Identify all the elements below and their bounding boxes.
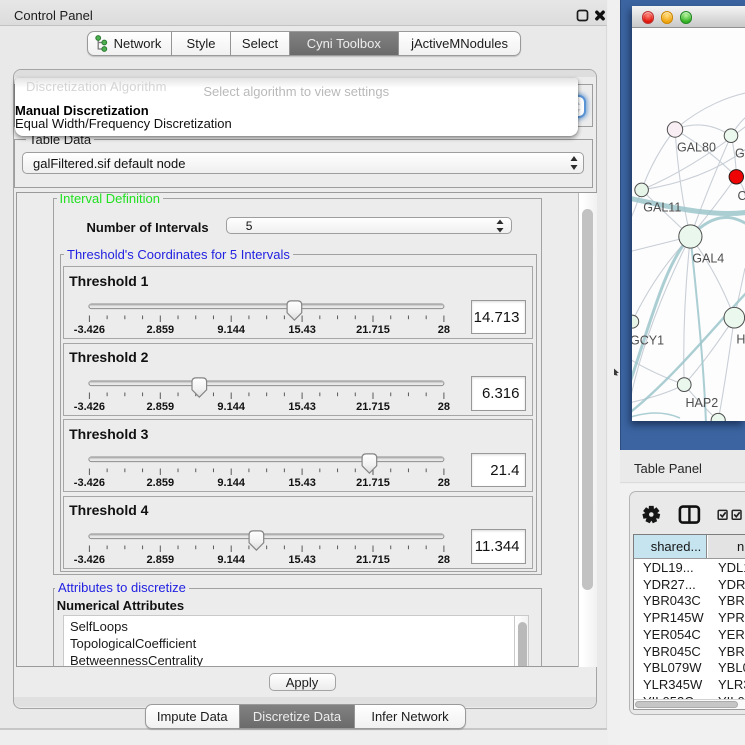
svg-text:28: 28 [438, 324, 450, 336]
svg-text:9.144: 9.144 [218, 324, 246, 336]
svg-text:-3.426: -3.426 [74, 401, 105, 413]
svg-text:2.859: 2.859 [147, 554, 175, 566]
svg-text:C: C [738, 189, 745, 203]
svg-text:2.859: 2.859 [147, 477, 175, 489]
svg-text:9.144: 9.144 [218, 554, 246, 566]
svg-text:-3.426: -3.426 [74, 554, 105, 566]
svg-text:15.43: 15.43 [288, 401, 316, 413]
svg-text:21.715: 21.715 [356, 401, 390, 413]
svg-text:15.43: 15.43 [288, 477, 316, 489]
svg-text:GAL4: GAL4 [692, 252, 724, 266]
svg-text:15.43: 15.43 [288, 324, 316, 336]
svg-text:-3.426: -3.426 [74, 477, 105, 489]
svg-text:GCY1: GCY1 [632, 334, 664, 348]
svg-text:15.43: 15.43 [288, 554, 316, 566]
svg-text:GAL80: GAL80 [677, 141, 716, 155]
svg-text:-3.426: -3.426 [74, 324, 105, 336]
svg-text:21.715: 21.715 [356, 324, 390, 336]
svg-text:21.715: 21.715 [356, 554, 390, 566]
svg-text:28: 28 [438, 477, 450, 489]
svg-text:2.859: 2.859 [147, 324, 175, 336]
svg-text:2.859: 2.859 [147, 401, 175, 413]
svg-text:28: 28 [438, 554, 450, 566]
svg-text:9.144: 9.144 [218, 477, 246, 489]
svg-text:GA: GA [735, 147, 745, 161]
svg-text:9.144: 9.144 [218, 401, 246, 413]
svg-text:21.715: 21.715 [356, 477, 390, 489]
svg-text:GAL11: GAL11 [643, 201, 681, 215]
svg-text:28: 28 [438, 401, 450, 413]
svg-text:HAP2: HAP2 [686, 396, 719, 410]
svg-text:H: H [736, 333, 745, 347]
